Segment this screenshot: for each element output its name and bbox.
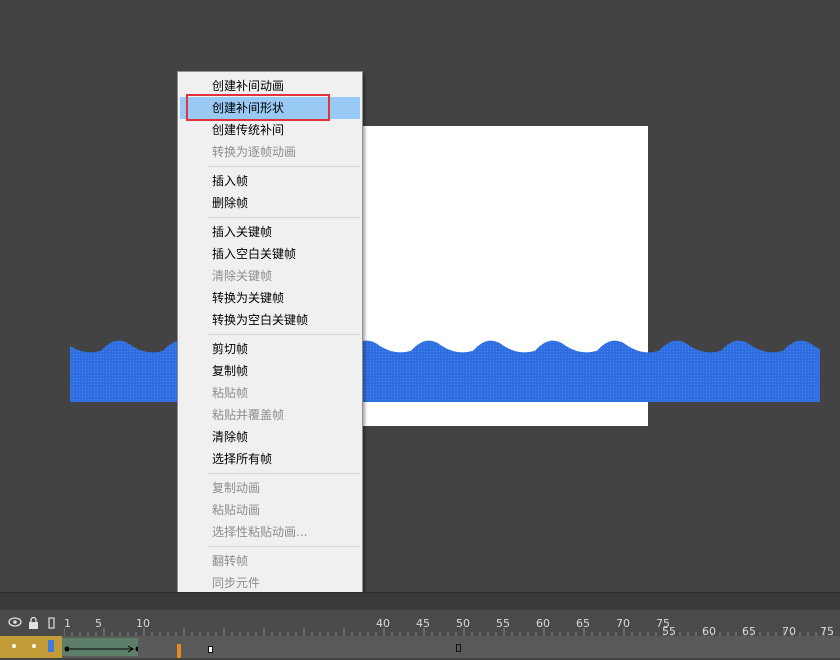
end-frame-marker[interactable]	[208, 646, 213, 653]
menu-item[interactable]: 创建传统补间	[180, 119, 360, 141]
ruler-label: 10	[136, 617, 150, 630]
menu-separator	[208, 217, 360, 218]
ruler-label: 5	[95, 617, 102, 630]
layer-color-swatch[interactable]	[48, 640, 54, 652]
menu-separator	[208, 473, 360, 474]
ruler-label: 70	[616, 617, 630, 630]
lock-dot[interactable]	[32, 644, 36, 648]
playhead[interactable]	[177, 644, 181, 658]
menu-separator	[208, 546, 360, 547]
lock-icon[interactable]	[28, 616, 39, 632]
menu-item[interactable]: 复制帧	[180, 360, 360, 382]
context-menu: 创建补间动画 创建补间形状 创建传统补间 转换为逐帧动画 插入帧 删除帧 插入关键帧 插入空白…	[177, 71, 363, 648]
ruler-label: 1	[64, 617, 71, 630]
ruler-label: 65	[576, 617, 590, 630]
menu-item[interactable]: 插入帧	[180, 170, 360, 192]
menu-item[interactable]: 插入空白关键帧	[180, 243, 360, 265]
menu-item: 清除关键帧	[212, 269, 273, 283]
menu-item[interactable]: 清除帧	[180, 426, 360, 448]
menu-item[interactable]: 插入关键帧	[180, 221, 360, 243]
ruler-label: 55	[662, 625, 676, 638]
ruler-label: 65	[742, 625, 756, 638]
ruler-label: 75	[820, 625, 834, 638]
ruler-label: 60	[536, 617, 550, 630]
menu-separator	[208, 334, 360, 335]
menu-item: 翻转帧	[212, 554, 249, 568]
ruler-ticks	[64, 628, 833, 636]
timeline-header	[0, 592, 840, 611]
eye-icon[interactable]	[8, 617, 22, 630]
layer-row[interactable]	[0, 636, 62, 658]
menu-item: 选择性粘贴动画...	[212, 525, 308, 539]
menu-item[interactable]: 转换为空白关键帧	[180, 309, 360, 331]
menu-item[interactable]: 删除帧	[180, 192, 360, 214]
tween-arrow-icon	[64, 645, 141, 653]
ruler-label: 70	[782, 625, 796, 638]
menu-item: 粘贴帧	[212, 386, 249, 400]
ruler-label: 50	[456, 617, 470, 630]
highlight-annotation-box	[186, 94, 330, 121]
menu-item[interactable]: 剪切帧	[180, 338, 360, 360]
ruler-label: 45	[416, 617, 430, 630]
end-frame-marker[interactable]	[456, 644, 461, 652]
visibility-dot[interactable]	[12, 644, 16, 648]
ruler-label: 60	[702, 625, 716, 638]
menu-item: 转换为逐帧动画	[212, 145, 297, 159]
menu-item[interactable]: 转换为关键帧	[180, 287, 360, 309]
menu-item: 粘贴动画	[212, 503, 261, 517]
ruler-label: 40	[376, 617, 390, 630]
shape-tween-span[interactable]	[62, 638, 141, 656]
menu-item: 同步元件	[212, 576, 261, 590]
outline-icon[interactable]	[48, 617, 55, 632]
menu-item[interactable]: 选择所有帧	[180, 448, 360, 470]
menu-item: 复制动画	[212, 481, 261, 495]
menu-item: 粘贴并覆盖帧	[212, 408, 285, 422]
menu-separator	[208, 166, 360, 167]
ruler-label: 55	[496, 617, 510, 630]
